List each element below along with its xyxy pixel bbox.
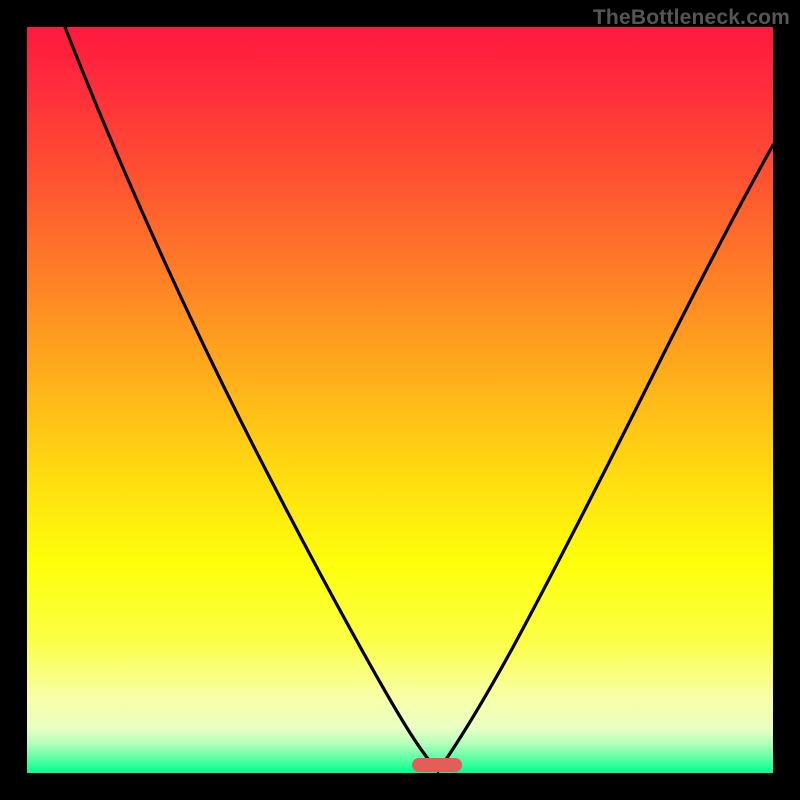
optimal-marker [412,758,462,772]
bottleneck-curve [27,27,773,773]
watermark-label: TheBottleneck.com [593,6,790,30]
curve-path [65,27,773,771]
chart-plot-area [27,27,773,773]
